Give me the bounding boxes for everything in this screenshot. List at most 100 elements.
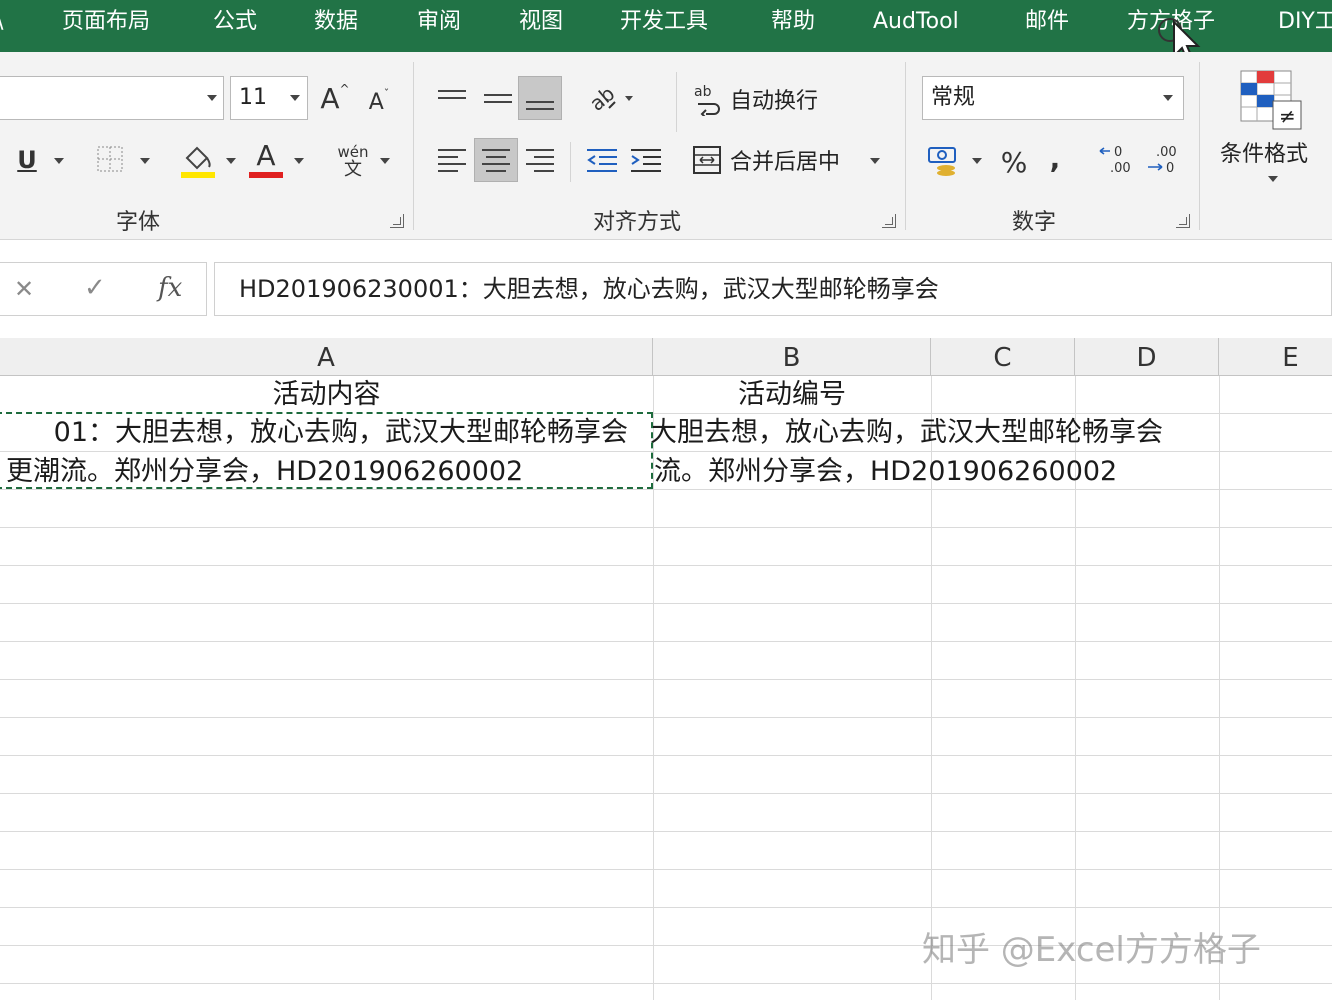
- borders-button[interactable]: [94, 142, 126, 176]
- dialog-launcher-icon[interactable]: [1176, 214, 1190, 228]
- tab-page-layout[interactable]: 页面布局: [62, 6, 150, 38]
- chevron-down-icon[interactable]: [972, 158, 982, 164]
- tab-view[interactable]: 视图: [519, 6, 563, 38]
- decrease-indent-icon: [587, 149, 617, 172]
- group-divider: [413, 62, 414, 230]
- column-header-b[interactable]: B: [653, 338, 931, 376]
- check-icon[interactable]: ✓: [84, 273, 106, 303]
- currency-icon: [928, 147, 956, 176]
- chevron-down-icon[interactable]: [54, 158, 64, 164]
- comma-icon: ,: [1049, 141, 1061, 175]
- cell-b3[interactable]: 流。郑州分享会，HD201906260002: [654, 453, 1117, 491]
- font-color-button[interactable]: A: [246, 140, 286, 180]
- orientation-button[interactable]: ab: [582, 76, 638, 120]
- cell-a1[interactable]: 活动内容: [0, 376, 653, 414]
- group-divider: [905, 62, 906, 230]
- paint-bucket-icon: [181, 146, 215, 178]
- tab-review[interactable]: 审阅: [417, 6, 461, 38]
- fill-color-button[interactable]: [178, 140, 218, 180]
- accounting-format-button[interactable]: [924, 140, 964, 180]
- align-left-button[interactable]: [432, 140, 472, 180]
- tab-data[interactable]: 数据: [314, 6, 358, 38]
- align-left-icon: [438, 148, 466, 172]
- tab-mail[interactable]: 邮件: [1025, 6, 1069, 38]
- wrap-text-label: 自动换行: [730, 89, 819, 114]
- column-header-c[interactable]: C: [931, 338, 1075, 376]
- insert-function-icon[interactable]: fx: [158, 273, 182, 303]
- excel-window: { "tabs": [ {"label": "页面布局"}, {"label":…: [0, 0, 1332, 1000]
- conditional-format-label[interactable]: 条件格式: [1220, 136, 1308, 168]
- tab-developer[interactable]: 开发工具: [620, 6, 708, 38]
- chevron-down-icon[interactable]: [294, 158, 304, 164]
- increase-decimal-button[interactable]: 0 .00: [1096, 140, 1138, 180]
- borders-icon: [97, 146, 123, 172]
- font-size-value: 11: [239, 85, 267, 110]
- middle-align-button[interactable]: [478, 78, 518, 118]
- grow-font-button[interactable]: A ^: [318, 76, 352, 120]
- group-divider: [1199, 62, 1200, 230]
- svg-text:≠: ≠: [1279, 104, 1296, 128]
- ribbon: 11 A ^ Aˇ U A wén 文 字体 ab ab 自动换行 合并后居中 …: [0, 52, 1332, 240]
- chevron-down-icon: [290, 95, 300, 101]
- phonetic-guide-button[interactable]: wén 文: [332, 140, 374, 182]
- increase-decimal-icon: 0 .00: [1099, 145, 1131, 176]
- row-line: [0, 983, 1332, 984]
- phonetic-char-label: 文: [344, 159, 362, 180]
- tab-diy[interactable]: DIY工: [1278, 6, 1332, 38]
- merge-center-button[interactable]: 合并后居中: [692, 144, 840, 176]
- increase-indent-icon: [631, 149, 661, 172]
- merge-center-label: 合并后居中: [730, 150, 841, 175]
- column-header-d[interactable]: D: [1075, 338, 1219, 376]
- bottom-align-button[interactable]: [518, 76, 562, 120]
- chevron-down-icon[interactable]: [1268, 176, 1278, 182]
- copy-selection-marquee: [0, 412, 653, 489]
- cancel-icon[interactable]: ✕: [14, 275, 34, 303]
- chevron-down-icon[interactable]: [870, 158, 880, 164]
- shrink-font-button[interactable]: Aˇ: [364, 82, 394, 122]
- conditional-format-icon: ≠: [1240, 70, 1302, 130]
- watermark-text: 知乎 @Excel方方格子: [922, 930, 1261, 970]
- tab-audtool[interactable]: AudTool: [873, 6, 959, 38]
- number-group-label: 数字: [1012, 210, 1057, 235]
- svg-text:.00: .00: [1110, 161, 1131, 176]
- worksheet-grid[interactable]: 活动内容 活动编号 01：大胆去想，放心去购，武汉大型邮轮畅享会 更潮流。郑州分…: [0, 376, 1332, 1000]
- chevron-down-icon[interactable]: [140, 158, 150, 164]
- dialog-launcher-icon[interactable]: [390, 214, 404, 228]
- align-center-icon: [482, 148, 510, 172]
- cell-b1[interactable]: 活动编号: [654, 376, 930, 414]
- wrap-text-icon: ab: [694, 84, 720, 116]
- ribbon-tab-bar: \ 页面布局 公式 数据 审阅 视图 开发工具 帮助 AudTool 邮件 方方…: [0, 0, 1332, 64]
- formula-bar-controls: ✕ ✓ fx: [0, 262, 207, 316]
- shrink-font-icon: A: [368, 89, 384, 115]
- font-group-label: 字体: [116, 210, 161, 235]
- font-name-combo[interactable]: [0, 76, 224, 120]
- align-center-button[interactable]: [474, 138, 518, 182]
- formula-input[interactable]: HD201906230001：大胆去想，放心去购，武汉大型邮轮畅享会: [214, 262, 1332, 316]
- align-right-button[interactable]: [520, 140, 560, 180]
- align-top-icon: [438, 89, 466, 99]
- decrease-decimal-button[interactable]: .00 0: [1142, 140, 1184, 180]
- cell-b2[interactable]: 大胆去想，放心去购，武汉大型邮轮畅享会: [650, 414, 1163, 452]
- wrap-text-button[interactable]: ab 自动换行: [692, 82, 818, 116]
- merge-cells-icon: [693, 146, 721, 174]
- column-header-e[interactable]: E: [1219, 338, 1332, 376]
- tab-help[interactable]: 帮助: [771, 6, 815, 38]
- column-line: [1219, 376, 1220, 1000]
- comma-style-button[interactable]: ,: [1040, 138, 1070, 178]
- chevron-down-icon[interactable]: [226, 158, 236, 164]
- chevron-down-icon[interactable]: [380, 158, 390, 164]
- underline-button[interactable]: U: [10, 140, 44, 180]
- top-align-button[interactable]: [432, 74, 472, 114]
- dialog-launcher-icon[interactable]: [882, 214, 896, 228]
- number-format-value: 常规: [931, 85, 976, 110]
- conditional-format-icon-button[interactable]: ≠: [1234, 66, 1306, 134]
- decrease-indent-button[interactable]: [582, 140, 622, 180]
- tab-formulas[interactable]: 公式: [213, 6, 257, 38]
- font-color-icon: A: [256, 139, 276, 172]
- alignment-group-label: 对齐方式: [593, 210, 682, 235]
- increase-indent-button[interactable]: [626, 140, 666, 180]
- percent-style-button[interactable]: %: [994, 142, 1034, 182]
- column-header-a[interactable]: A: [0, 338, 653, 376]
- font-size-combo[interactable]: 11: [230, 76, 308, 120]
- number-format-combo[interactable]: 常规: [922, 76, 1184, 120]
